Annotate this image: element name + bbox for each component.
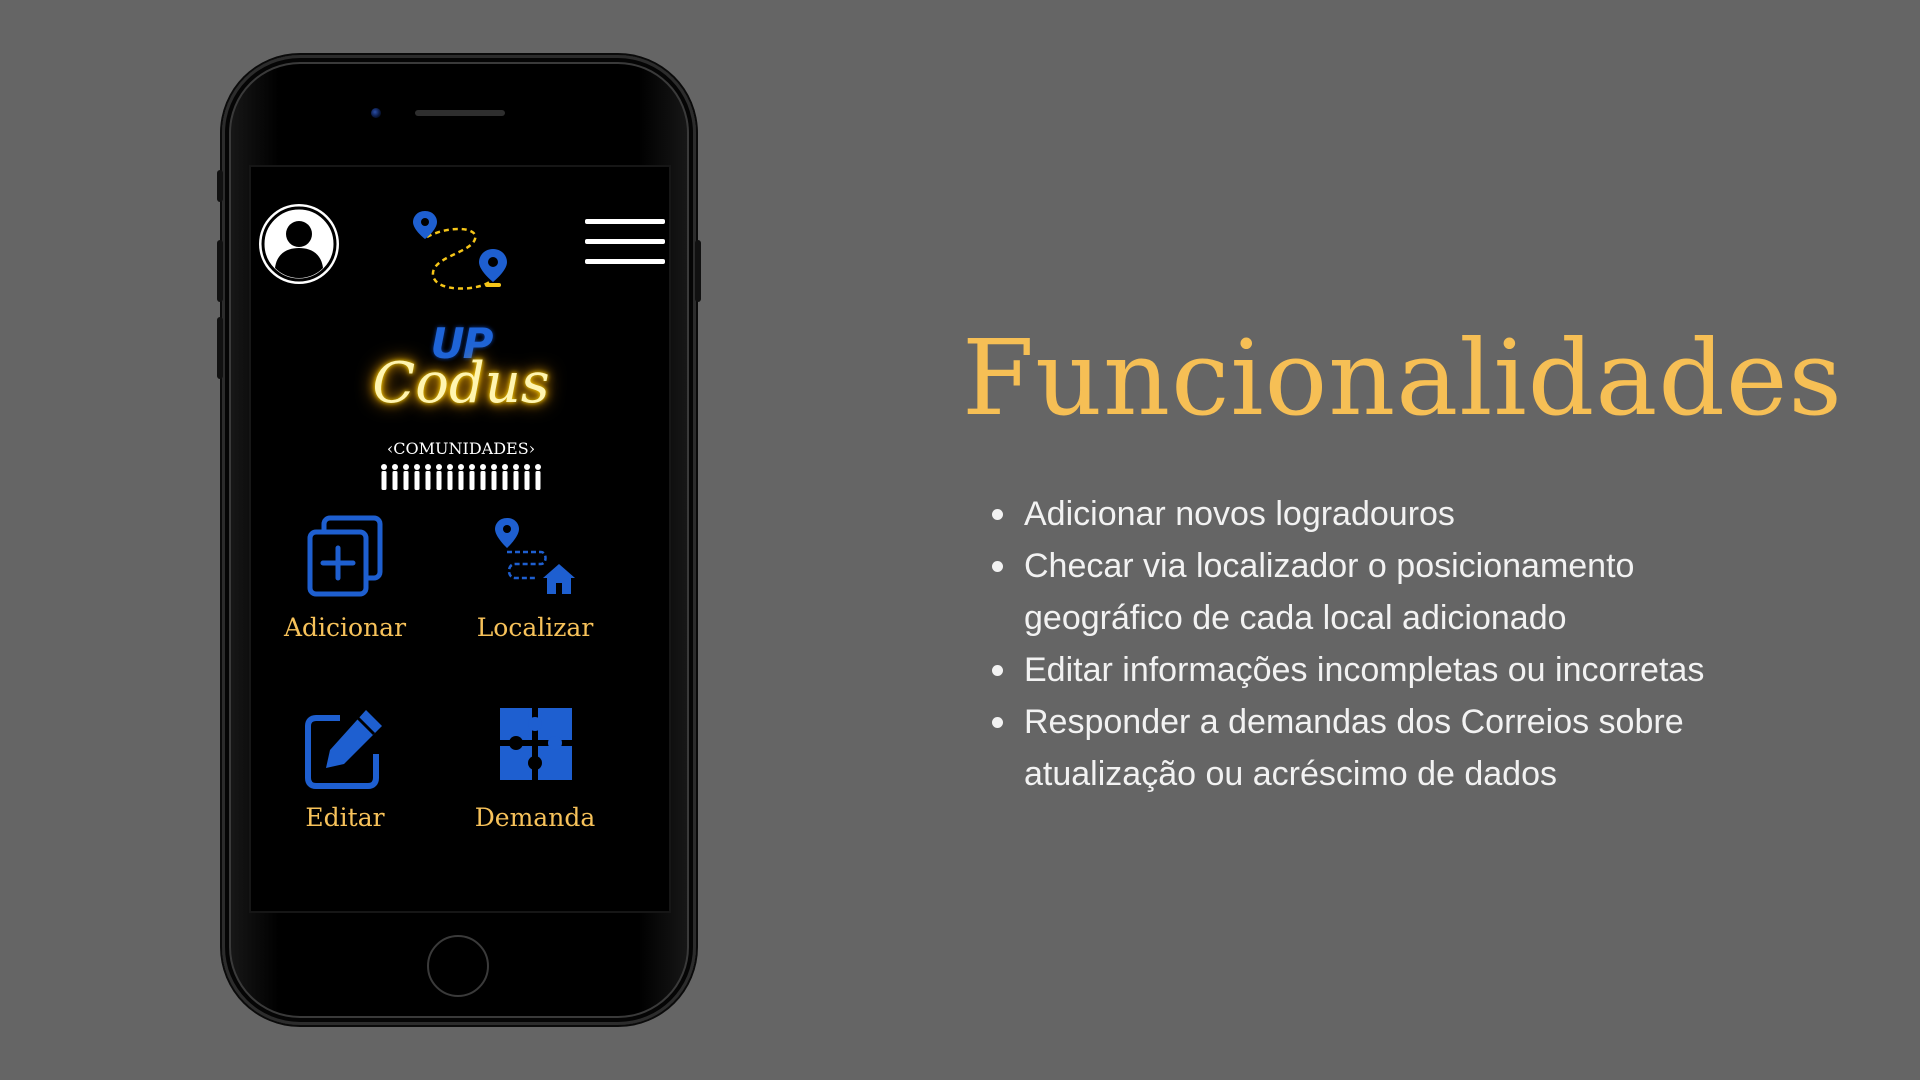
localizar-button[interactable]: Localizar <box>445 512 625 642</box>
add-copy-icon <box>307 515 383 597</box>
slide-title: Funcionalidades <box>962 317 1843 439</box>
app-screen: UP Codus ‹COMUNIDADES› Adicionar Localiz… <box>249 165 671 913</box>
power-button <box>695 240 701 302</box>
brand-codus-text: Codus <box>372 351 550 416</box>
demanda-button[interactable]: Demanda <box>445 702 625 832</box>
volume-up-button <box>217 240 223 302</box>
demanda-label: Demanda <box>474 803 596 832</box>
earpiece-speaker <box>415 110 505 116</box>
volume-down-button <box>217 317 223 379</box>
editar-button[interactable]: Editar <box>255 702 435 832</box>
adicionar-button[interactable]: Adicionar <box>255 512 435 642</box>
puzzle-icon <box>500 708 572 780</box>
localizar-label: Localizar <box>476 613 594 642</box>
front-camera <box>371 108 381 118</box>
route-home-icon <box>495 518 575 594</box>
comunidades-subtitle: ‹COMUNIDADES› <box>386 439 536 458</box>
hamburger-menu-icon[interactable] <box>585 219 665 269</box>
user-avatar-icon[interactable] <box>259 204 339 284</box>
route-pins-icon <box>409 207 519 307</box>
feature-item: Checar via localizador o posicionamento … <box>990 540 1744 644</box>
edit-icon <box>305 710 382 789</box>
people-row-icon <box>379 463 545 491</box>
phone-mockup: UP Codus ‹COMUNIDADES› Adicionar Localiz… <box>217 55 701 1025</box>
feature-list: Adicionar novos logradouros Checar via l… <box>990 488 1870 800</box>
feature-item: Editar informações incompletas ou incorr… <box>990 644 1870 696</box>
home-button <box>427 935 489 997</box>
mute-switch <box>217 170 223 202</box>
feature-item: Responder a demandas dos Correios sobre … <box>990 696 1784 800</box>
feature-item: Adicionar novos logradouros <box>990 488 1870 540</box>
adicionar-label: Adicionar <box>283 613 407 642</box>
editar-label: Editar <box>305 803 385 832</box>
app-logo: UP Codus <box>341 322 581 442</box>
